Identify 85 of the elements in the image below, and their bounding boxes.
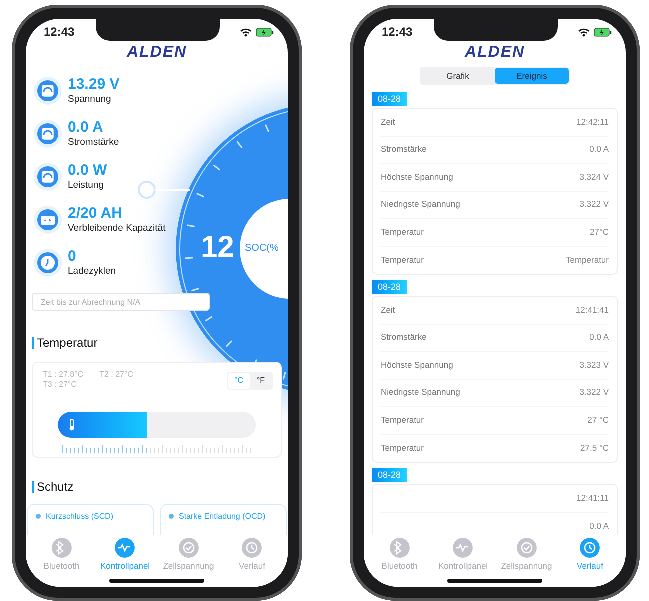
row-label: Höchste Spannung bbox=[381, 358, 454, 372]
heading-accent-bar bbox=[32, 337, 34, 349]
section-heading: Temperatur bbox=[37, 335, 98, 352]
metric-label: Leistung bbox=[68, 179, 105, 192]
metric-label: Spannung bbox=[68, 93, 112, 106]
battery-icon bbox=[594, 28, 612, 36]
clock-icon bbox=[242, 538, 262, 558]
row-value: 12:41:41 bbox=[576, 304, 609, 317]
row-value: 0.0 A bbox=[590, 520, 609, 533]
row-label: Temperatur bbox=[381, 414, 424, 427]
bluetooth-icon bbox=[390, 538, 410, 558]
row-value: 12:42:11 bbox=[576, 116, 609, 129]
metric-label: Verbleibende Kapazität bbox=[68, 222, 166, 235]
date-badge: 08-28 bbox=[372, 280, 408, 294]
row-label: Zeit bbox=[381, 304, 396, 317]
clock-icon bbox=[580, 538, 600, 558]
row-label: Temperatur bbox=[381, 442, 424, 455]
metric-value: 0.0 A bbox=[68, 119, 104, 136]
gauge-icon bbox=[34, 120, 62, 148]
metric-value: 0 bbox=[68, 248, 78, 265]
battery-icon bbox=[256, 28, 274, 36]
temperature-reading: T2 : 27°C bbox=[100, 370, 134, 380]
metric-label: Stromstärke bbox=[68, 136, 120, 149]
row-value: 0.0 A bbox=[590, 143, 609, 156]
row-value: 3.324 V bbox=[580, 170, 609, 184]
row-value: 3.322 V bbox=[580, 198, 609, 212]
status-time: 12:43 bbox=[44, 24, 75, 41]
status-time: 12:43 bbox=[382, 24, 413, 41]
wifi-icon bbox=[578, 28, 590, 36]
row-value: Temperatur bbox=[566, 254, 609, 267]
thermometer-icon bbox=[68, 419, 76, 431]
brand-logo: ALDEN bbox=[464, 45, 526, 61]
dot-icon bbox=[36, 514, 41, 519]
row-value: 27.5 °C bbox=[580, 442, 609, 455]
metric-value: 2/20 AH bbox=[68, 205, 124, 222]
soc-label: SOC(% bbox=[245, 242, 279, 256]
check-icon bbox=[178, 538, 199, 558]
segment-tab[interactable]: Grafik bbox=[421, 68, 495, 84]
bluetooth-icon bbox=[52, 538, 72, 558]
row-value: 27°C bbox=[590, 226, 609, 239]
protection-label: Kurzschluss (SCD) bbox=[46, 511, 114, 523]
metric-value: 0.0 W bbox=[68, 162, 108, 179]
battery-icon bbox=[34, 206, 62, 234]
unit-option[interactable]: °F bbox=[250, 373, 272, 389]
row-label: Stromstärke bbox=[381, 143, 427, 156]
row-value: 3.322 V bbox=[580, 386, 609, 400]
pulse-icon bbox=[453, 538, 474, 558]
metric-label: Ladezyklen bbox=[68, 265, 116, 278]
segment-tab[interactable]: Ereignis bbox=[495, 68, 569, 84]
row-value: 3.323 V bbox=[580, 358, 609, 372]
row-value: 12:41:11 bbox=[576, 492, 609, 505]
metric-value: 13.29 V bbox=[68, 76, 120, 93]
row-label: Temperatur bbox=[381, 226, 424, 239]
soc-value: 12 bbox=[201, 231, 234, 265]
tab[interactable]: Bluetooth bbox=[30, 538, 93, 587]
billing-input-field[interactable]: Zeit bis zur Abrechnung N/A bbox=[32, 293, 210, 311]
tab[interactable]: Verlauf bbox=[559, 538, 622, 587]
temperature-reading: T1 : 27.8°C bbox=[43, 370, 84, 380]
gauge-icon bbox=[34, 163, 62, 191]
row-label: Temperatur bbox=[381, 254, 424, 267]
row-label: Niedrigste Spannung bbox=[381, 386, 460, 400]
temperature-reading: T3 : 27°C bbox=[43, 380, 78, 390]
check-icon bbox=[516, 538, 537, 558]
dot-icon bbox=[169, 514, 174, 519]
tab[interactable]: Verlauf bbox=[221, 538, 284, 587]
row-label: Zeit bbox=[381, 116, 396, 129]
row-value: 0.0 A bbox=[590, 331, 609, 344]
gauge-pointer-drawing bbox=[138, 181, 190, 199]
date-badge: 08-28 bbox=[372, 92, 408, 106]
temperature-slider[interactable] bbox=[58, 412, 256, 438]
protection-label: Starke Entladung (OCD) bbox=[179, 511, 266, 523]
pulse-icon bbox=[115, 538, 136, 558]
gauge-icon bbox=[34, 77, 62, 105]
wifi-icon bbox=[240, 28, 252, 36]
section-heading: Schutz bbox=[37, 479, 74, 496]
row-value: 27 °C bbox=[588, 414, 609, 427]
clock-icon bbox=[34, 249, 62, 277]
brand-logo: ALDEN bbox=[126, 45, 188, 61]
row-label: Höchste Spannung bbox=[381, 170, 454, 184]
unit-option[interactable]: °C bbox=[228, 373, 250, 389]
heading-accent-bar bbox=[32, 481, 34, 493]
date-badge: 08-28 bbox=[372, 468, 408, 482]
row-label: Stromstärke bbox=[381, 331, 427, 344]
row-label: Niedrigste Spannung bbox=[381, 198, 460, 212]
tab[interactable]: Bluetooth bbox=[368, 538, 431, 587]
